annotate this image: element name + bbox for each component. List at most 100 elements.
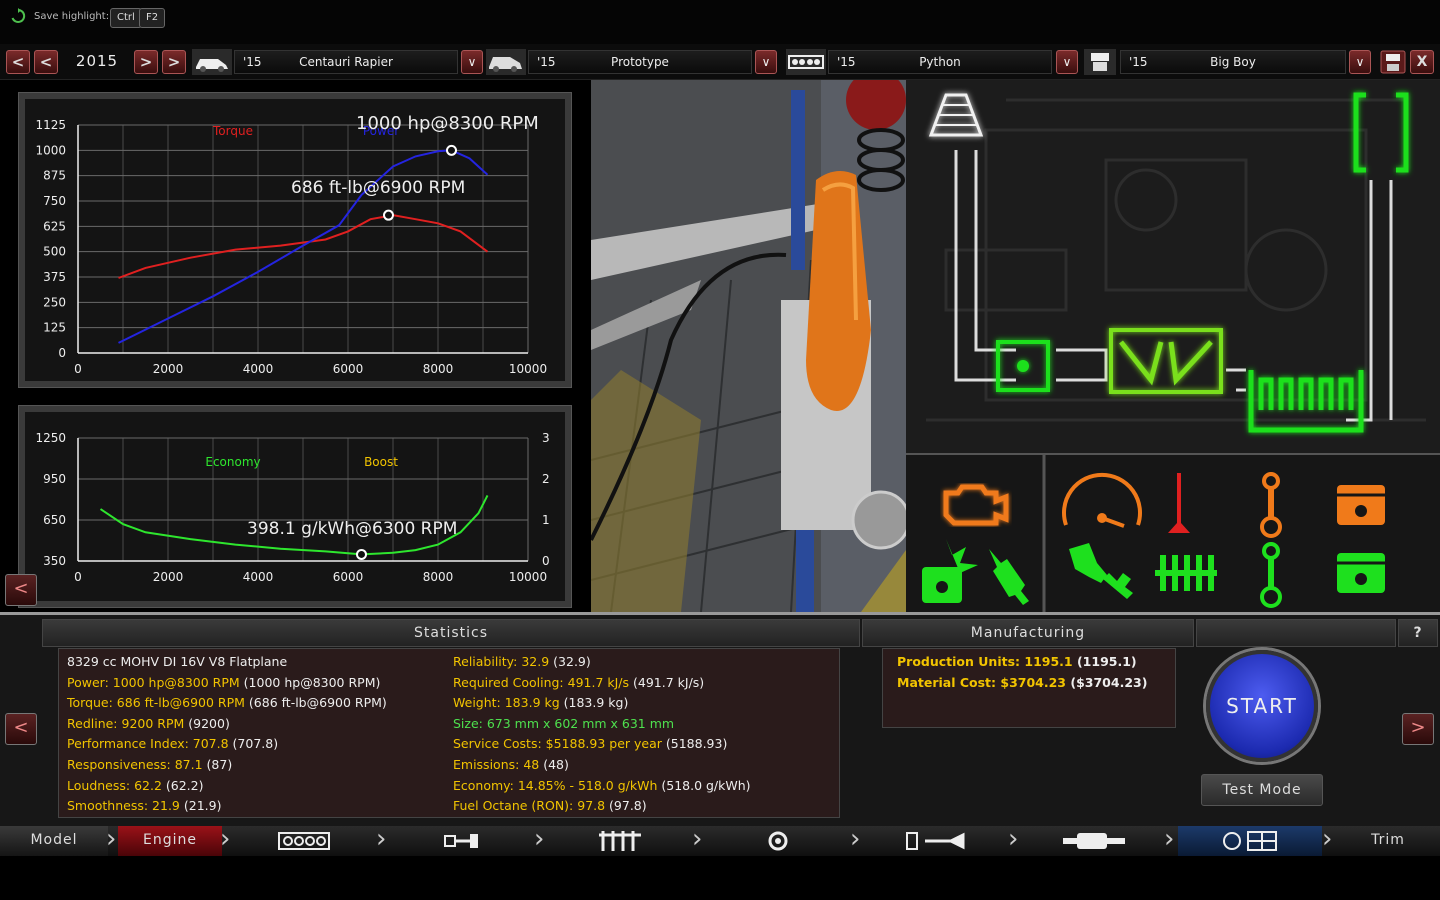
next-panel-button[interactable]: > xyxy=(1402,713,1434,745)
nav-chevron: › xyxy=(692,824,703,854)
stat-row: Performance Index: 707.8 (707.8) xyxy=(67,734,278,754)
economy-chart-panel: 0 2000 4000 6000 8000 10000 350 650 950 1250 0 1 2 3 E… xyxy=(18,405,572,608)
nav-chevron: › xyxy=(1322,824,1333,854)
x-tick-label: 2000 xyxy=(153,570,184,584)
stat-label: Required Cooling: 491.7 kJ/s xyxy=(453,674,630,690)
variant-dropdown-button[interactable]: ∨ xyxy=(1349,50,1371,74)
trim-dropdown-button[interactable]: ∨ xyxy=(755,50,777,74)
y-tick-label: 1125 xyxy=(35,118,66,132)
trim-select[interactable]: '15 Prototype xyxy=(528,50,752,74)
model-select[interactable]: '15 Centauri Rapier xyxy=(234,50,458,74)
y-tick-label: 500 xyxy=(43,245,66,259)
gauge-icon[interactable] xyxy=(1056,470,1146,535)
close-button[interactable]: X xyxy=(1410,50,1434,74)
stat-label: Economy: 14.85% - 518.0 g/kWh xyxy=(453,777,658,793)
year-prev-button[interactable]: < xyxy=(34,50,58,74)
stat-label: Production Units: 1195.1 xyxy=(897,654,1073,669)
nav-test[interactable] xyxy=(1178,826,1322,856)
stat-row: Service Costs: $5188.93 per year (5188.9… xyxy=(453,734,727,754)
stat-row: Smoothness: 21.9 (21.9) xyxy=(67,796,221,816)
x-tick-label: 8000 xyxy=(423,362,454,376)
valve-icon[interactable] xyxy=(1164,469,1194,539)
piston-top-icon[interactable] xyxy=(1331,479,1391,531)
y-tick-label: 875 xyxy=(43,169,66,183)
connecting-rod-green-icon[interactable] xyxy=(1256,541,1286,609)
y-tick-label: 1000 xyxy=(35,143,66,157)
x-tick-label: 4000 xyxy=(243,362,274,376)
x-tick-label: 10000 xyxy=(509,362,547,376)
stat-label: Smoothness: 21.9 xyxy=(67,798,180,814)
stat-value: (707.8) xyxy=(228,736,279,752)
year-prev-fast-button[interactable]: < xyxy=(6,50,30,74)
x-tick-label: 0 xyxy=(74,362,82,376)
torque-legend-label: Torque xyxy=(212,124,253,138)
stat-row: Size: 673 mm x 602 mm x 631 mm xyxy=(453,714,674,734)
engine-select[interactable]: '15 Python xyxy=(828,50,1052,74)
start-header xyxy=(1196,619,1396,647)
connecting-rod-icon[interactable] xyxy=(1256,471,1286,539)
y2-tick-label: 1 xyxy=(542,513,550,527)
key-ctrl: Ctrl xyxy=(110,8,142,28)
nav-exhaust[interactable] xyxy=(1022,826,1166,856)
hint-bar: Save highlight: Ctrl F2 xyxy=(0,0,1440,44)
spark-plug-icon[interactable] xyxy=(981,541,1041,611)
nav-valvetrain[interactable] xyxy=(548,826,692,856)
stat-label: Redline: 9200 RPM xyxy=(67,715,185,731)
stat-label: Responsiveness: 87.1 xyxy=(67,757,203,772)
y-tick-label: 125 xyxy=(43,321,66,335)
prev-panel-button[interactable]: < xyxy=(5,713,37,745)
nav-aspiration[interactable] xyxy=(706,826,850,856)
stat-value: (87) xyxy=(202,757,233,772)
stat-row: Required Cooling: 491.7 kJ/s (491.7 kJ/s… xyxy=(453,673,704,693)
nav-chevron: › xyxy=(376,824,387,854)
selector-bar: < < 2015 > > '15 Centauri Rapier ∨ '15 Pro… xyxy=(0,44,1440,80)
turbo-explosion-icon[interactable] xyxy=(916,535,986,607)
nav-model[interactable]: Model xyxy=(0,826,108,856)
boost-legend-label: Boost xyxy=(364,455,398,469)
stat-row: Emissions: 48 (48) xyxy=(453,755,569,775)
collapse-charts-button[interactable]: < xyxy=(5,574,37,606)
stat-value: (32.9) xyxy=(549,654,591,669)
variant-select[interactable]: '15 Big Boy xyxy=(1120,50,1346,74)
nav-chevron: › xyxy=(850,824,861,854)
nav-engine[interactable]: Engine xyxy=(118,826,222,856)
model-dropdown-button[interactable]: ∨ xyxy=(461,50,483,74)
check-engine-icon[interactable] xyxy=(936,475,1016,535)
start-button[interactable]: START xyxy=(1206,650,1318,762)
y-tick-label: 1250 xyxy=(35,431,66,445)
save-highlight-label: Save highlight: xyxy=(34,11,110,22)
stat-label: Performance Index: 707.8 xyxy=(67,736,229,752)
statistics-box: 8329 cc MOHV DI 16V V8 Flatplane Power: 1… xyxy=(58,648,840,818)
stat-row: Weight: 183.9 kg (183.9 kg) xyxy=(453,693,628,713)
stat-label: Weight: 183.9 kg xyxy=(453,695,560,711)
stat-label: Power: 1000 hp@8300 RPM xyxy=(67,674,240,690)
nav-trim[interactable]: Trim xyxy=(1336,826,1440,856)
stat-value: (97.8) xyxy=(605,798,647,814)
y-tick-label: 650 xyxy=(43,513,66,527)
stat-value: (5188.93) xyxy=(661,736,728,752)
nav-fuel[interactable] xyxy=(864,826,1008,856)
year-display: 2015 xyxy=(75,52,119,70)
stat-value: (518.0 g/kWh) xyxy=(657,777,751,793)
engine-3d-viewport[interactable] xyxy=(591,80,906,612)
stat-value: (686 ft-lb@6900 RPM) xyxy=(244,695,387,711)
year-next-fast-button[interactable]: > xyxy=(162,50,186,74)
torque-peak-label: 686 ft-lb@6900 RPM xyxy=(291,178,465,198)
x-tick-label: 10000 xyxy=(509,570,547,584)
test-mode-button[interactable]: Test Mode xyxy=(1201,774,1323,806)
piston-green-icon[interactable] xyxy=(1331,547,1391,599)
nav-block[interactable] xyxy=(232,826,376,856)
help-button[interactable]: ? xyxy=(1398,619,1438,647)
engine-dropdown-button[interactable]: ∨ xyxy=(1056,50,1078,74)
nav-crank[interactable] xyxy=(390,826,534,856)
stat-value: (1195.1) xyxy=(1072,654,1137,669)
stat-value: (21.9) xyxy=(179,798,222,814)
year-next-button[interactable]: > xyxy=(134,50,158,74)
stat-row: Torque: 686 ft-lb@6900 RPM (686 ft-lb@69… xyxy=(67,693,387,713)
crankshaft-icon[interactable] xyxy=(1151,547,1221,597)
stat-label: Loudness: 62.2 xyxy=(67,777,162,793)
stat-value: ($3704.23) xyxy=(1066,674,1148,690)
nav-chevron: › xyxy=(1164,824,1175,854)
save-icon[interactable] xyxy=(1380,50,1406,74)
wrench-fist-icon[interactable] xyxy=(1061,539,1141,609)
